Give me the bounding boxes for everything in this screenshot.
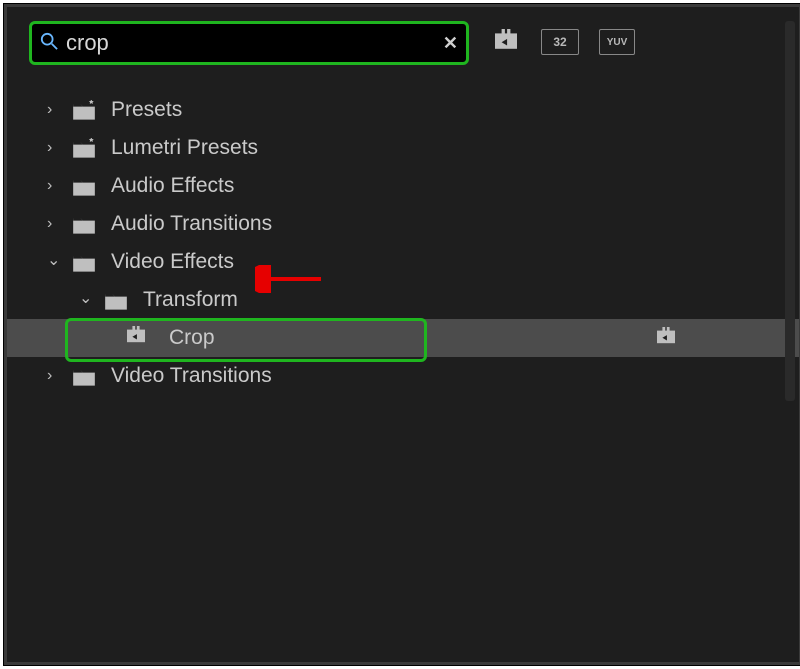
clear-search-icon[interactable]: ✕	[443, 33, 458, 54]
chevron-right-icon: ›	[47, 215, 71, 233]
tree-label: Lumetri Presets	[111, 136, 258, 160]
tree-label: Video Transitions	[111, 364, 272, 388]
chevron-down-icon: ⌄	[47, 250, 71, 270]
accelerated-effects-icon[interactable]	[491, 29, 521, 51]
effect-icon	[125, 326, 147, 350]
tree-item-lumetri[interactable]: › Lumetri Presets	[7, 129, 799, 167]
effects-panel: ✕ 32 YUV › Presets › Lumetri Presets › A…	[4, 4, 800, 665]
tree-item-video-effects[interactable]: ⌄ Video Effects	[7, 243, 799, 281]
folder-icon	[71, 214, 99, 234]
chevron-right-icon: ›	[47, 367, 71, 385]
tree-label: Crop	[169, 326, 215, 350]
search-input[interactable]	[64, 29, 443, 57]
search-field-highlight: ✕	[29, 21, 469, 65]
filter-icons: 32 YUV	[491, 30, 635, 56]
tree-label: Video Effects	[111, 250, 234, 274]
yuv-icon[interactable]: YUV	[599, 29, 635, 55]
folder-star-icon	[71, 138, 99, 158]
tree-label: Audio Transitions	[111, 212, 272, 236]
accelerated-badge-icon	[655, 327, 677, 350]
scrollbar[interactable]	[785, 21, 795, 649]
tree-label: Presets	[111, 98, 182, 122]
folder-icon	[71, 366, 99, 386]
tree-item-transform[interactable]: ⌄ Transform	[7, 281, 799, 319]
crop-selection-highlight	[65, 318, 427, 362]
folder-icon	[103, 290, 131, 310]
chevron-right-icon: ›	[47, 177, 71, 195]
tree-label: Transform	[143, 288, 238, 312]
folder-star-icon	[71, 100, 99, 120]
effects-tree: › Presets › Lumetri Presets › Audio Effe…	[7, 91, 799, 395]
chevron-down-icon: ⌄	[79, 288, 103, 308]
top-row: ✕ 32 YUV	[7, 7, 799, 65]
32bit-icon[interactable]: 32	[541, 29, 579, 55]
tree-item-audio-transitions[interactable]: › Audio Transitions	[7, 205, 799, 243]
chevron-right-icon: ›	[47, 139, 71, 157]
tree-label: Audio Effects	[111, 174, 234, 198]
search-icon	[40, 32, 58, 55]
folder-icon	[71, 252, 99, 272]
folder-icon	[71, 176, 99, 196]
chevron-right-icon: ›	[47, 101, 71, 119]
tree-item-video-transitions[interactable]: › Video Transitions	[7, 357, 799, 395]
tree-item-audio-effects[interactable]: › Audio Effects	[7, 167, 799, 205]
tree-item-crop[interactable]: Crop	[7, 319, 799, 357]
tree-item-presets[interactable]: › Presets	[7, 91, 799, 129]
